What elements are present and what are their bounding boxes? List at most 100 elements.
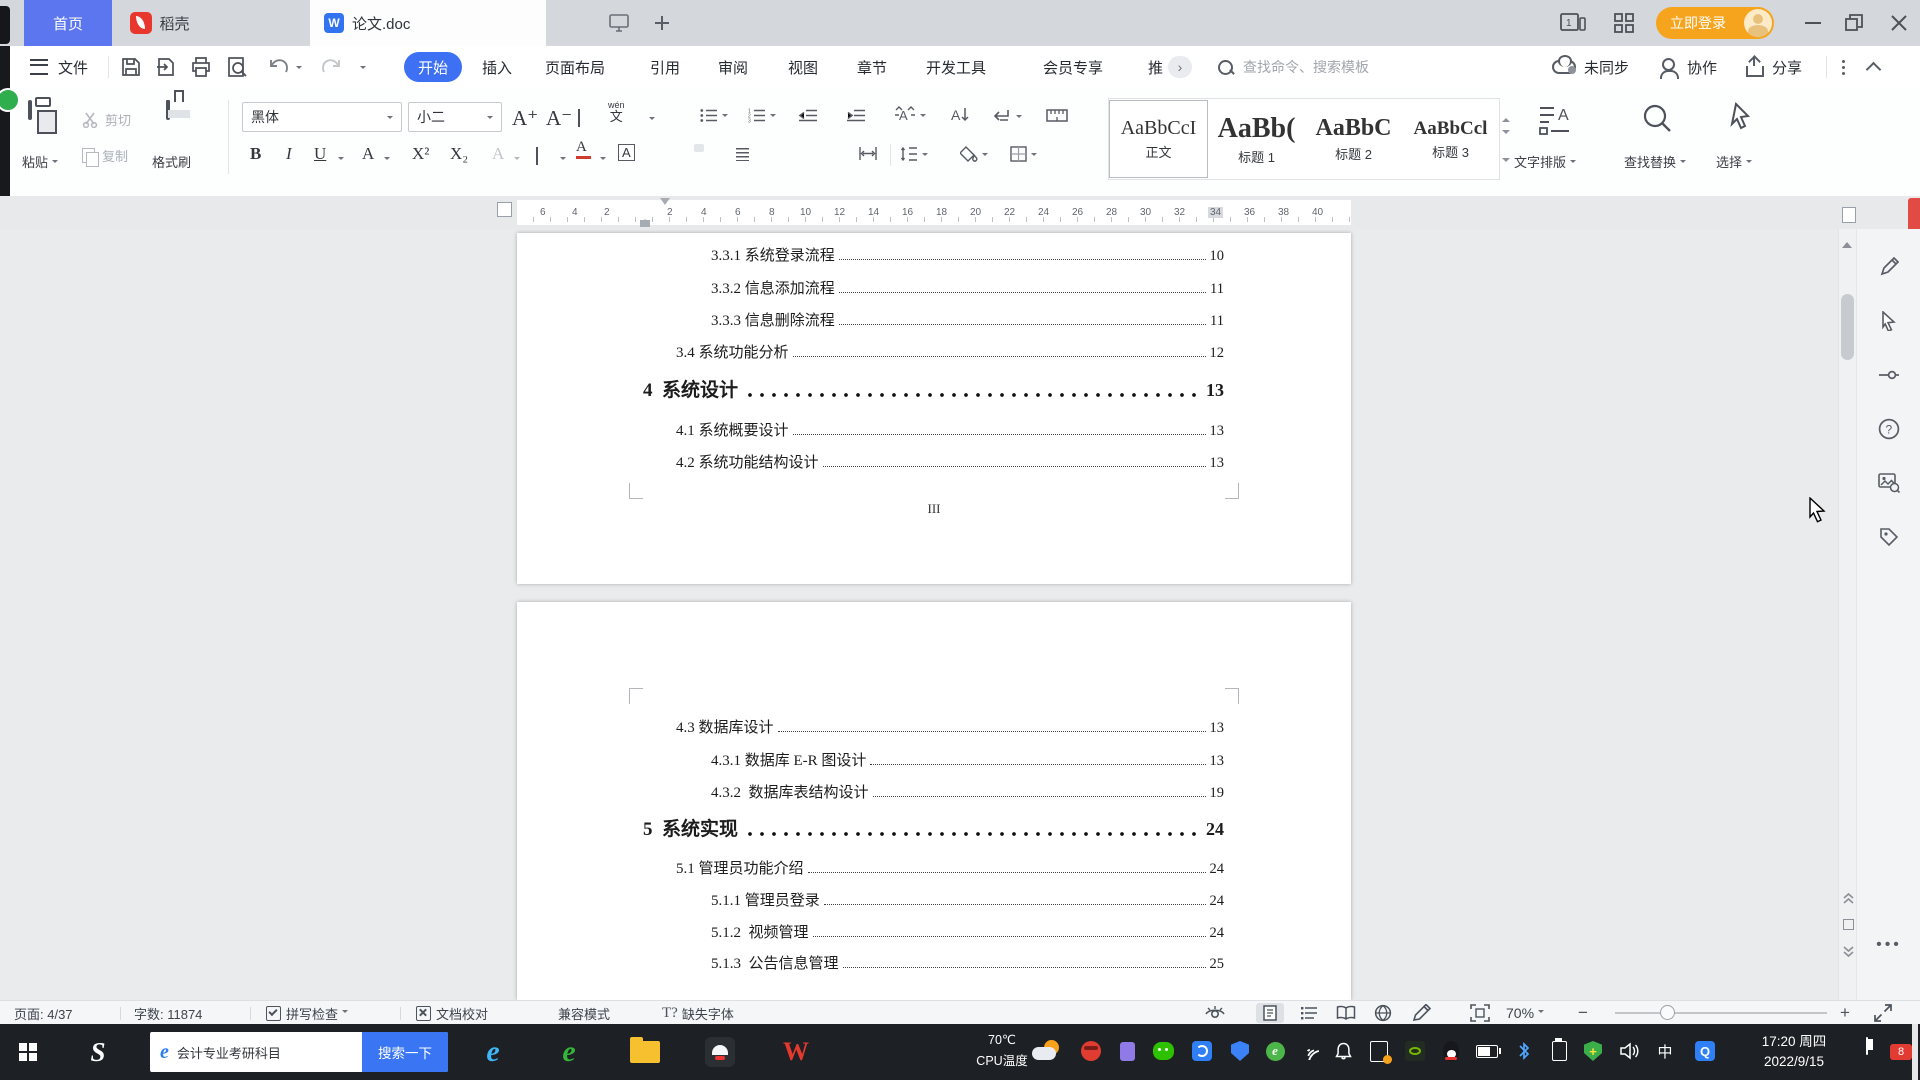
page-view-button[interactable] — [1256, 1003, 1284, 1023]
font-color-button[interactable]: A — [576, 140, 591, 159]
effects-caret[interactable] — [514, 157, 520, 163]
word-count[interactable]: 字数: 11874 — [134, 1001, 202, 1025]
format-painter-button[interactable]: 格式刷 — [152, 152, 191, 171]
zoom-level-button[interactable]: 70% — [1506, 1001, 1545, 1025]
scroll-up-arrow[interactable] — [1842, 237, 1852, 248]
edge-handle[interactable] — [0, 6, 10, 44]
page-1[interactable]: 3.3.1 系统登录流程 10 3.3.2 信息添加流程 11 3.3.3 信息删除… — [517, 233, 1351, 584]
main-menu-icon[interactable] — [30, 46, 48, 88]
weather-icon[interactable] — [1032, 1040, 1066, 1064]
select-cursor-icon[interactable] — [1875, 307, 1903, 335]
accent-caret[interactable] — [384, 157, 390, 163]
font-color-caret[interactable] — [600, 157, 606, 163]
tab-selector[interactable] — [497, 202, 512, 217]
tray-nvidia-icon[interactable] — [1402, 1038, 1428, 1064]
spell-check-button[interactable]: 拼写检查 — [266, 1001, 349, 1025]
share-button[interactable]: 分享 — [1746, 46, 1802, 88]
print-preview-button[interactable] — [226, 46, 248, 88]
tray-session-icon[interactable] — [1366, 1038, 1392, 1064]
menu-tab-view[interactable]: 视图 — [788, 46, 818, 88]
style-gallery-down[interactable] — [1502, 130, 1510, 154]
zoom-in-button[interactable]: + — [1840, 1001, 1850, 1025]
more-tools-icon[interactable]: ••• — [1875, 931, 1903, 959]
window-mode-icon[interactable]: 1 — [1560, 12, 1586, 34]
monitor-icon[interactable] — [608, 13, 630, 33]
accent-mark-button[interactable]: A — [362, 144, 374, 164]
menu-tab-recommend[interactable]: 推 — [1148, 46, 1170, 88]
book-view-button[interactable] — [1336, 1001, 1356, 1025]
find-replace-button[interactable]: 查找替换 — [1624, 152, 1687, 171]
wps-office-icon[interactable]: W — [776, 1032, 816, 1072]
export-button[interactable] — [155, 46, 177, 88]
ie-browser-icon[interactable]: e — [473, 1032, 513, 1072]
text-effects-button[interactable]: A — [492, 144, 504, 164]
pinyin-guide-button[interactable]: wén 文 — [608, 101, 625, 124]
left-indent-marker[interactable] — [640, 219, 650, 227]
menu-tab-dev-tools[interactable]: 开发工具 — [926, 46, 986, 88]
collapse-ribbon-icon[interactable] — [1865, 46, 1882, 88]
zoom-slider-track[interactable] — [1615, 1012, 1827, 1014]
prev-page-button[interactable] — [1843, 891, 1854, 907]
style-heading2[interactable]: AaBbC 标题 2 — [1305, 101, 1402, 177]
login-button[interactable]: 立即登录 — [1656, 7, 1774, 39]
text-direction-button[interactable]: A — [950, 105, 970, 125]
tray-battery-icon[interactable] — [1474, 1038, 1501, 1064]
style-heading3[interactable]: AaBbCcl 标题 3 — [1402, 101, 1499, 177]
menu-tab-insert[interactable]: 插入 — [482, 46, 512, 88]
minimize-button[interactable] — [1804, 21, 1822, 25]
close-button[interactable] — [1890, 14, 1908, 32]
menu-tab-page-layout[interactable]: 页面布局 — [545, 46, 605, 88]
borders-button[interactable] — [1010, 146, 1037, 162]
first-line-indent-marker[interactable] — [660, 198, 670, 210]
font-size-select[interactable]: 小二 — [408, 102, 502, 132]
distribute-button[interactable] — [858, 146, 878, 161]
cpu-temp-widget[interactable]: 70℃ CPU温度 — [962, 1030, 1042, 1073]
tab-document[interactable]: W 论文.doc — [310, 0, 546, 46]
menu-tab-member[interactable]: 会员专享 — [1043, 46, 1103, 88]
tray-app1-icon[interactable] — [1078, 1038, 1104, 1064]
file-explorer-icon[interactable] — [625, 1032, 665, 1072]
tray-sync-icon[interactable] — [1189, 1038, 1215, 1064]
tray-green-e-icon[interactable]: e — [1262, 1038, 1288, 1064]
tray-q-app-icon[interactable]: Q — [1692, 1038, 1718, 1064]
document-area[interactable]: 3.3.1 系统登录流程 10 3.3.2 信息添加流程 11 3.3.3 信息删除… — [0, 229, 1920, 1000]
char-scale-button[interactable]: A — [894, 106, 926, 124]
style-gallery-up[interactable] — [1502, 98, 1510, 122]
zoom-out-button[interactable]: − — [1578, 1001, 1588, 1025]
menu-tab-review[interactable]: 审阅 — [718, 46, 748, 88]
select-button[interactable]: 选择 — [1716, 152, 1753, 171]
command-search-input[interactable]: 查找命令、搜索模板 — [1243, 46, 1369, 88]
toolbar-options-caret[interactable] — [356, 46, 366, 88]
numbered-list-button[interactable]: 123 — [748, 108, 776, 123]
resource-tag-icon[interactable] — [1875, 523, 1903, 551]
style-gallery-more[interactable] — [1502, 158, 1510, 182]
clear-format-button[interactable] — [578, 109, 580, 127]
taskbar-search-button[interactable]: 搜索一下 — [362, 1032, 448, 1072]
taskbar-search-box[interactable]: e 会计专业考研科目 搜索一下 — [150, 1032, 448, 1072]
menu-tab-section[interactable]: 章节 — [857, 46, 887, 88]
quick-edit-pen-icon[interactable] — [1875, 253, 1903, 281]
align-center-button[interactable] — [736, 148, 749, 161]
menu-tab-references[interactable]: 引用 — [650, 46, 680, 88]
tray-usb2-icon[interactable] — [1546, 1038, 1572, 1064]
subscript-button[interactable]: X₂ — [450, 144, 468, 164]
bold-button[interactable]: B — [250, 144, 261, 164]
highlight-caret[interactable] — [560, 157, 566, 163]
tab-home[interactable]: 首页 — [24, 0, 112, 46]
edit-pen-button[interactable] — [1412, 1001, 1432, 1025]
copy-button[interactable]: 复制 — [82, 146, 128, 167]
apps-grid-icon[interactable] — [1614, 13, 1634, 33]
menu-more-button[interactable]: › — [1168, 56, 1192, 78]
tray-wechat-icon[interactable] — [1150, 1038, 1176, 1064]
web-view-button[interactable] — [1374, 1001, 1392, 1025]
page-2[interactable]: 4.3 数据库设计 13 4.3.1 数据库 E-R 图设计 13 4.3.2 数据… — [517, 602, 1351, 1000]
underline-button[interactable]: U — [314, 144, 326, 164]
scroll-top-icon[interactable] — [1842, 207, 1856, 223]
eye-protect-button[interactable] — [1204, 1001, 1226, 1025]
style-heading1[interactable]: AaBb( 标题 1 — [1208, 101, 1305, 177]
tray-qq-icon[interactable] — [1438, 1038, 1464, 1064]
notification-center-icon[interactable] — [1866, 1037, 1868, 1055]
collaborate-button[interactable]: 协作 — [1660, 46, 1717, 88]
pinyin-caret[interactable] — [649, 117, 655, 123]
char-border-button[interactable]: A — [618, 144, 635, 161]
